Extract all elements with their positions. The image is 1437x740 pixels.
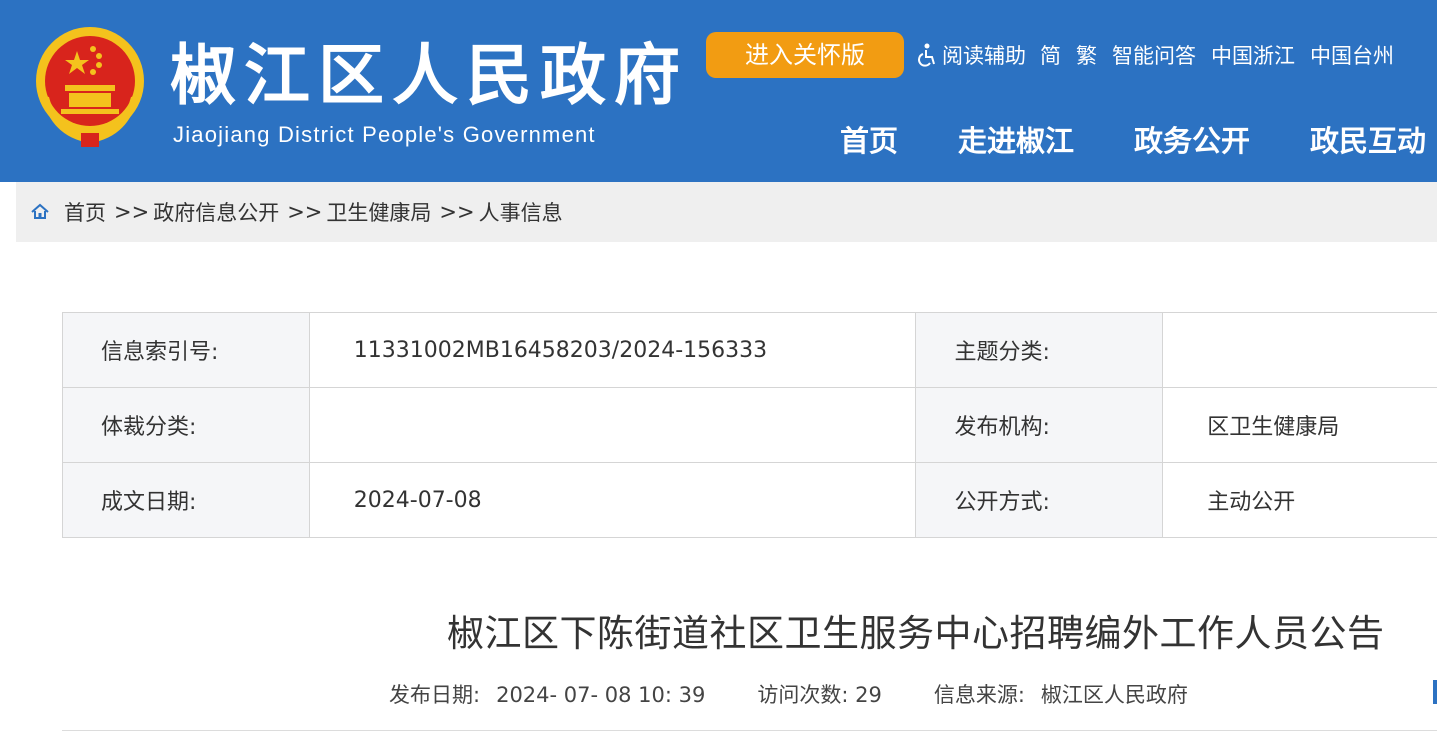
breadcrumb-personnel-info[interactable]: 人事信息 xyxy=(479,197,563,227)
index-number-value: 11331002MB16458203/2024-156333 xyxy=(308,312,917,388)
index-number-label: 信息索引号: xyxy=(62,312,310,388)
breadcrumb-separator: >> xyxy=(287,200,323,224)
breadcrumb-gov-info[interactable]: 政府信息公开 xyxy=(153,197,279,227)
site-title[interactable]: 椒江区人民政府 xyxy=(170,36,688,116)
accessibility-icon xyxy=(918,43,935,67)
article-title: 椒江区下陈街道社区卫生服务中心招聘编外工作人员公告 xyxy=(447,612,1385,655)
breadcrumb-separator: >> xyxy=(114,200,150,224)
table-row: 体裁分类: 发布机构: 区卫生健康局 xyxy=(62,387,1437,463)
breadcrumb-home[interactable]: 首页 xyxy=(64,197,106,227)
publish-date-value: 2024- 07- 08 10: 39 xyxy=(496,683,706,707)
visit-count-label: 访问次数: xyxy=(757,683,849,707)
side-tool-tab[interactable] xyxy=(1433,680,1437,704)
traditional-chinese-link[interactable]: 繁 xyxy=(1076,40,1097,70)
national-emblem-icon[interactable] xyxy=(31,25,149,149)
date-value: 2024-07-08 xyxy=(308,462,917,538)
home-icon xyxy=(31,203,49,219)
disclosure-value: 主动公开 xyxy=(1162,462,1437,538)
care-mode-button[interactable]: 进入关怀版 xyxy=(706,32,904,78)
article-meta: 发布日期: 2024- 07- 08 10: 39 访问次数: 29 信息来源: 椒… xyxy=(389,679,1240,709)
breadcrumb-health-bureau[interactable]: 卫生健康局 xyxy=(326,197,431,227)
content-divider xyxy=(62,730,1437,731)
top-links: 阅读辅助 简 繁 智能问答 中国浙江 中国台州 xyxy=(916,40,1409,70)
info-source: 信息来源: 椒江区人民政府 xyxy=(934,679,1188,709)
reading-aid-link[interactable]: 阅读辅助 xyxy=(916,40,1026,70)
visit-count-value: 29 xyxy=(855,683,882,707)
visit-count: 访问次数: 29 xyxy=(757,679,882,709)
genre-value xyxy=(308,387,917,463)
disclosure-label: 公开方式: xyxy=(915,462,1164,538)
nav-government-affairs[interactable]: 政务公开 xyxy=(1134,118,1250,160)
simplified-chinese-link[interactable]: 简 xyxy=(1040,40,1061,70)
table-row: 信息索引号: 11331002MB16458203/2024-156333 主题… xyxy=(62,312,1437,388)
genre-label: 体裁分类: xyxy=(62,387,310,463)
date-label: 成文日期: xyxy=(62,462,310,538)
nav-about-jiaojiang[interactable]: 走进椒江 xyxy=(958,118,1074,160)
table-row: 成文日期: 2024-07-08 公开方式: 主动公开 xyxy=(62,462,1437,538)
info-source-label: 信息来源: xyxy=(933,683,1025,707)
site-header: 椒江区人民政府 Jiaojiang District People's Gove… xyxy=(0,0,1437,182)
main-nav: 首页 走进椒江 政务公开 政民互动 xyxy=(840,118,1437,160)
nav-home[interactable]: 首页 xyxy=(840,118,898,160)
smart-qa-link[interactable]: 智能问答 xyxy=(1112,40,1196,70)
china-zhejiang-link[interactable]: 中国浙江 xyxy=(1211,40,1295,70)
breadcrumb: 首页 >> 政府信息公开 >> 卫生健康局 >> 人事信息 xyxy=(16,182,1437,242)
publish-date: 发布日期: 2024- 07- 08 10: 39 xyxy=(389,679,705,709)
china-taizhou-link[interactable]: 中国台州 xyxy=(1310,40,1394,70)
nav-public-interaction[interactable]: 政民互动 xyxy=(1310,118,1426,160)
publisher-value: 区卫生健康局 xyxy=(1162,387,1437,463)
site-subtitle: Jiaojiang District People's Government xyxy=(173,122,596,147)
info-source-value: 椒江区人民政府 xyxy=(1040,683,1188,707)
publisher-label: 发布机构: xyxy=(915,387,1164,463)
publish-date-label: 发布日期: xyxy=(389,683,481,707)
topic-label: 主题分类: xyxy=(915,312,1164,388)
reading-aid-label: 阅读辅助 xyxy=(942,44,1026,68)
topic-value xyxy=(1162,312,1437,388)
breadcrumb-separator: >> xyxy=(439,200,475,224)
info-table: 信息索引号: 11331002MB16458203/2024-156333 主题… xyxy=(62,312,1437,538)
